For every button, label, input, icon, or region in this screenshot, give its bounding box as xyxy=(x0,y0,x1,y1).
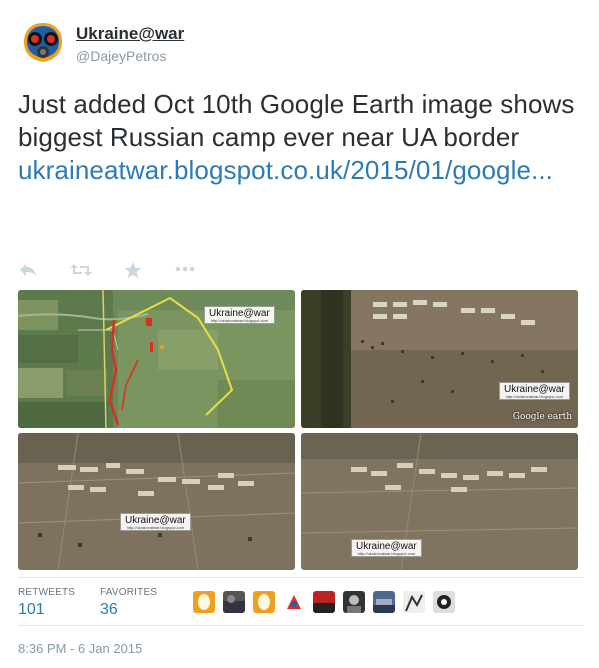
star-icon[interactable] xyxy=(124,262,146,280)
avatar[interactable] xyxy=(223,591,245,613)
display-name[interactable]: Ukraine@war xyxy=(76,24,184,44)
watermark-url: http://ukraineatwar.blogspot.com xyxy=(126,525,185,530)
retweets-label: RETWEETS xyxy=(18,587,76,598)
watermark: Ukraine@war http://ukraineatwar.blogspot.… xyxy=(204,306,275,324)
tweet-body: Just added Oct 10th Google Earth image s… xyxy=(18,89,575,152)
avatar[interactable] xyxy=(193,591,215,613)
retweet-icon[interactable] xyxy=(70,262,92,280)
avatar[interactable] xyxy=(403,591,425,613)
favorites-label: FAVORITES xyxy=(100,587,158,598)
media-image-4[interactable]: Ukraine@war http://ukraineatwar.blogspot.… xyxy=(301,433,578,570)
tweet-actions xyxy=(18,262,238,282)
watermark: Ukraine@war http://ukraineatwar.blogspot.… xyxy=(499,382,570,400)
favorites-count[interactable]: 36 xyxy=(100,601,157,619)
tweet-timestamp[interactable]: 8:36 PM - 6 Jan 2015 xyxy=(18,641,142,656)
avatar[interactable] xyxy=(283,591,305,613)
tweet-header: Ukraine@war @DajeyPetros xyxy=(18,18,578,70)
favorites-stat[interactable]: FAVORITES 36 xyxy=(100,587,157,619)
watermark-url: http://ukraineatwar.blogspot.com xyxy=(505,394,564,399)
retweets-stat[interactable]: RETWEETS 101 xyxy=(18,587,75,619)
gas-mask-icon[interactable] xyxy=(18,18,68,68)
divider xyxy=(18,577,583,578)
divider xyxy=(18,625,583,626)
watermark: Ukraine@war http://ukraineatwar.blogspot.… xyxy=(351,539,422,557)
retweets-count[interactable]: 101 xyxy=(18,601,75,619)
avatar[interactable] xyxy=(253,591,275,613)
media-grid: Ukraine@war http://ukraineatwar.blogspot.… xyxy=(18,290,578,570)
tweet-stats: RETWEETS 101 FAVORITES 36 xyxy=(18,587,583,619)
media-image-3[interactable]: Ukraine@war http://ukraineatwar.blogspot.… xyxy=(18,433,295,570)
watermark-url: http://ukraineatwar.blogspot.com xyxy=(210,318,269,323)
watermark-url: http://ukraineatwar.blogspot.com xyxy=(357,551,416,556)
reply-icon[interactable] xyxy=(18,262,40,280)
avatar[interactable] xyxy=(373,591,395,613)
tweet-link[interactable]: ukraineatwar.blogspot.co.uk/2015/01/goog… xyxy=(18,154,583,187)
avatar[interactable] xyxy=(433,591,455,613)
tweet-text: Just added Oct 10th Google Earth image s… xyxy=(18,88,583,187)
more-dots-icon[interactable] xyxy=(175,266,197,284)
avatar[interactable] xyxy=(343,591,365,613)
watermark: Ukraine@war http://ukraineatwar.blogspot.… xyxy=(120,513,191,531)
avatar[interactable] xyxy=(313,591,335,613)
media-image-2[interactable]: Ukraine@war http://ukraineatwar.blogspot.… xyxy=(301,290,578,428)
google-earth-label: Google earth xyxy=(512,412,572,422)
user-handle[interactable]: @DajeyPetros xyxy=(76,48,166,64)
media-image-1[interactable]: Ukraine@war http://ukraineatwar.blogspot.… xyxy=(18,290,295,428)
